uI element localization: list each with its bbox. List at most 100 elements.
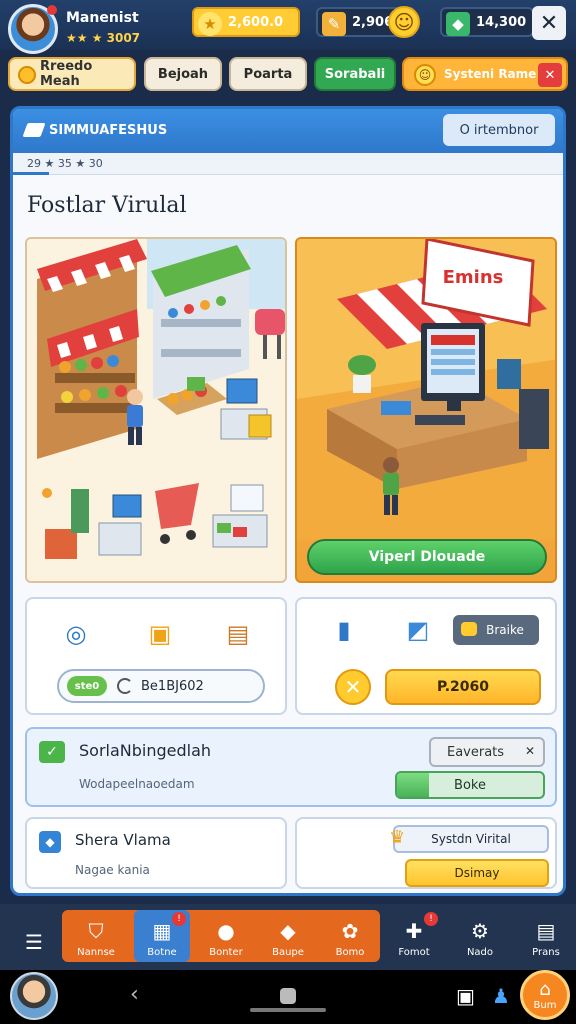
quest-row: ✓ SorlaNbingedlah Wodapeelnaoedam Eavera…	[25, 727, 557, 807]
quest-title: SorlaNbingedlah	[79, 741, 212, 760]
chevron-down-icon: ✕	[524, 744, 535, 758]
items-card: ◎ ▣ ▤ ste0 Be1BJ602	[25, 597, 287, 715]
system-card: Systdn Virital ♛ Dsimay	[295, 817, 557, 889]
info-subtitle: Nagae kania	[75, 863, 150, 877]
panel-title: SIMMUAFESHUS	[49, 123, 168, 138]
badge-icon: !	[424, 912, 438, 926]
nav-label: Bonter	[209, 947, 243, 958]
document-icon[interactable]: ▮	[327, 613, 361, 647]
printer-icon: ▤	[536, 919, 556, 943]
bottom-nav: ☰ ⛉ Nannse ! ▦ Botne ● Bonter ◆ Baupe ✿ Bomo !…	[0, 904, 576, 970]
home-button[interactable]: ⌂ Bum	[520, 970, 570, 1020]
refresh-icon[interactable]	[117, 678, 133, 694]
tab-label: Sorabali	[324, 66, 386, 82]
shop-icon: ▦	[152, 919, 172, 943]
check-icon: ✓	[39, 741, 65, 763]
coin-icon: ●	[217, 919, 235, 943]
back-icon[interactable]: ‹	[130, 982, 139, 1007]
nav-item-6[interactable]: ⚙ Nado	[452, 910, 508, 962]
home-orb-icon: ⌂	[539, 979, 551, 1000]
player-rank: ★★ ★ 3007	[66, 31, 141, 45]
flag-icon	[22, 123, 46, 137]
gem-counter[interactable]: ◆ 14,300	[440, 7, 534, 37]
tab-5[interactable]: ☺ Systeni Rame ✕	[402, 57, 568, 91]
shield-icon: ⛉	[88, 919, 104, 943]
nav-menu[interactable]: ☰	[6, 910, 62, 962]
heart-icon	[461, 622, 477, 636]
smiley-icon[interactable]: ☺	[388, 6, 420, 38]
pencil-icon: ✎	[322, 12, 346, 36]
nav-label: Nado	[466, 947, 494, 958]
gift-icon: ✚	[405, 919, 423, 943]
download-button[interactable]: Viperl Dlouade	[307, 539, 547, 575]
nav-item-7[interactable]: ▤ Prans	[518, 910, 574, 962]
gem-icon: ◆	[446, 12, 470, 36]
energy-value: 2,906	[352, 14, 394, 30]
gold-value: 2,600.0	[228, 14, 284, 30]
gear-icon: ⚙	[471, 919, 489, 943]
close-button[interactable]: ✕	[532, 6, 566, 40]
tab-label: Bejoah	[157, 66, 209, 82]
tab-1[interactable]: Rreedo Meah	[8, 57, 136, 91]
smiley-icon: ☺	[414, 64, 436, 86]
crate-icon[interactable]: ▤	[221, 617, 255, 651]
shop-scene-right[interactable]: Emins Viperl Dlouade	[295, 237, 557, 583]
nav-label: Botne	[147, 947, 177, 958]
nav-item-1[interactable]: ! ▦ Botne	[134, 910, 190, 962]
star-icon: ★	[198, 12, 222, 36]
tab-2[interactable]: Bejoah	[144, 57, 222, 91]
nav-item-0[interactable]: ⛉ Nannse	[68, 910, 124, 962]
cube-icon[interactable]: ◩	[401, 613, 435, 647]
nav-item-5[interactable]: ! ✚ Fomot	[386, 910, 442, 962]
profile-avatar[interactable]	[10, 972, 58, 1020]
dropdown-value: Eaverats	[447, 744, 505, 760]
code-value: Be1BJ602	[141, 678, 204, 694]
nav-item-3[interactable]: ◆ Baupe	[260, 910, 316, 962]
display-button[interactable]: Dsimay	[405, 859, 549, 887]
top-bar: Manenist ★★ ★ 3007 ★ 2,600.0 ✎ 2,906 ☺ ◆…	[0, 0, 576, 54]
tab-label: Systeni Rame	[444, 67, 537, 81]
gem-value: 14,300	[476, 14, 527, 30]
home-icon[interactable]	[280, 988, 296, 1004]
nav-label: Fomot	[398, 947, 430, 958]
filter-dropdown[interactable]: Eaverats ✕	[429, 737, 545, 767]
price-button[interactable]: P.2060	[385, 669, 541, 705]
stall-illustration: Emins	[297, 239, 555, 539]
info-card[interactable]: ◆ Shera Vlama Nagae kania	[25, 817, 287, 889]
box-icon[interactable]: ▣	[143, 617, 177, 651]
tag-chip[interactable]: Braike	[453, 615, 539, 645]
code-input[interactable]: ste0 Be1BJ602	[57, 669, 265, 703]
coin-icon	[18, 66, 36, 84]
main-panel: SIMMUAFESHUS O irtembnor 29 ★ 35 ★ 30 Fo…	[10, 106, 566, 896]
sub-bar-text: 29 ★ 35 ★ 30	[27, 157, 103, 170]
camera-icon[interactable]: ▣	[456, 984, 475, 1008]
trophy-icon: ♛	[389, 827, 406, 848]
system-tag[interactable]: Systdn Virital	[393, 825, 549, 853]
chip-badge: ste0	[67, 676, 107, 696]
sub-bar-accent	[13, 172, 49, 175]
stall-sign: Emins	[443, 267, 504, 288]
gold-counter[interactable]: ★ 2,600.0	[192, 7, 300, 37]
home-label: Bum	[533, 1000, 557, 1011]
quest-progress[interactable]: Boke	[395, 771, 545, 799]
tab-label: Rreedo Meah	[40, 59, 93, 89]
close-icon[interactable]: ✕	[538, 63, 562, 87]
quest-subtitle: Wodapeelnaoedam	[79, 777, 195, 791]
nav-item-2[interactable]: ● Bonter	[198, 910, 254, 962]
tab-4[interactable]: Sorabali	[314, 57, 396, 91]
nav-label: Bomo	[335, 947, 365, 958]
nav-item-4[interactable]: ✿ Bomo	[322, 910, 378, 962]
nav-label: Prans	[532, 947, 560, 958]
cancel-button[interactable]: ✕	[335, 669, 371, 705]
player-name: Manenist	[66, 10, 139, 26]
target-icon[interactable]: ◎	[59, 617, 93, 651]
player-avatar[interactable]	[8, 4, 58, 54]
shop-scene-left[interactable]	[25, 237, 287, 583]
progress-label: Boke	[454, 777, 486, 793]
user-icon[interactable]: ♟	[492, 984, 510, 1008]
section-title: Fostlar Virulal	[27, 193, 187, 218]
notification-dot	[47, 5, 57, 15]
tab-3[interactable]: Poarta	[229, 57, 307, 91]
sub-bar: 29 ★ 35 ★ 30	[13, 153, 563, 175]
header-button[interactable]: O irtembnor	[443, 114, 555, 146]
